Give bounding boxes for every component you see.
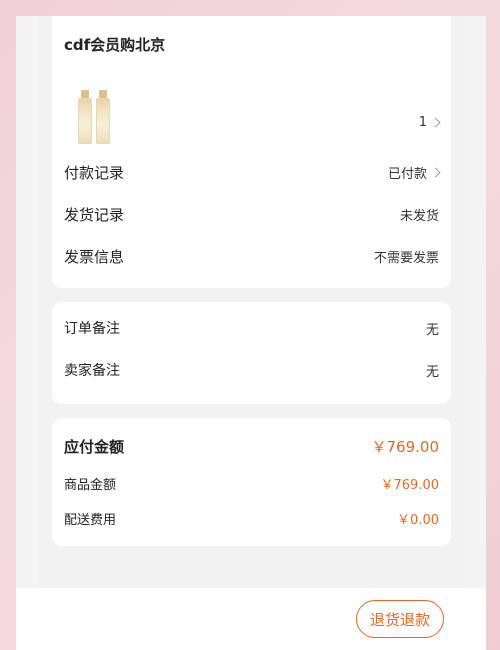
shipping-status: 未发货 bbox=[399, 209, 439, 224]
payable-amount-label: 应付金额 bbox=[64, 438, 125, 456]
goods-amount-row: 商品金额 ￥769.00 bbox=[64, 474, 439, 493]
invoice-info-label: 发票信息 bbox=[64, 248, 125, 266]
payable-amount-value: ￥769.00 bbox=[371, 438, 440, 456]
product-quantity[interactable]: 1 bbox=[418, 115, 441, 130]
chevron-right-icon bbox=[430, 167, 441, 178]
order-note-label: 订单备注 bbox=[64, 321, 120, 337]
shipping-fee-label: 配送费用 bbox=[64, 513, 117, 528]
quantity-value: 1 bbox=[418, 115, 427, 130]
goods-amount-value: ￥769.00 bbox=[380, 478, 440, 493]
invoice-info-row: 发票信息 不需要发票 bbox=[64, 246, 439, 267]
shipping-record-label: 发货记录 bbox=[64, 206, 125, 224]
foundation-bottle-icon bbox=[78, 90, 92, 144]
foundation-bottle-icon bbox=[96, 90, 110, 144]
seller-note-label: 卖家备注 bbox=[64, 363, 120, 379]
invoice-status: 不需要发票 bbox=[373, 251, 439, 266]
order-card: cdf会员购北京 1 付款记录 已付款 发货记录 未发货 发票信息 不需要发票 bbox=[52, 16, 451, 288]
shipping-record-row: 发货记录 未发货 bbox=[64, 204, 439, 225]
payment-status: 已付款 bbox=[387, 167, 427, 182]
payable-amount-row: 应付金额 ￥769.00 bbox=[64, 436, 439, 457]
refund-button[interactable]: 退货退款 bbox=[356, 600, 444, 638]
order-note-row: 订单备注 无 bbox=[64, 318, 439, 338]
shop-name[interactable]: cdf会员购北京 bbox=[64, 34, 165, 55]
order-note-value: 无 bbox=[425, 322, 439, 338]
seller-note-row: 卖家备注 无 bbox=[64, 360, 439, 380]
amount-card: 应付金额 ￥769.00 商品金额 ￥769.00 配送费用 ￥0.00 bbox=[52, 418, 451, 546]
seller-note-value: 无 bbox=[425, 364, 439, 380]
payment-record-label: 付款记录 bbox=[64, 164, 125, 182]
notes-card: 订单备注 无 卖家备注 无 bbox=[52, 302, 451, 404]
goods-amount-label: 商品金额 bbox=[64, 478, 117, 493]
chevron-right-icon bbox=[430, 117, 441, 128]
shipping-fee-row: 配送费用 ￥0.00 bbox=[64, 509, 439, 528]
shipping-fee-value: ￥0.00 bbox=[397, 513, 439, 528]
product-thumbnail[interactable] bbox=[78, 86, 120, 144]
payment-record-row[interactable]: 付款记录 已付款 bbox=[64, 162, 441, 183]
